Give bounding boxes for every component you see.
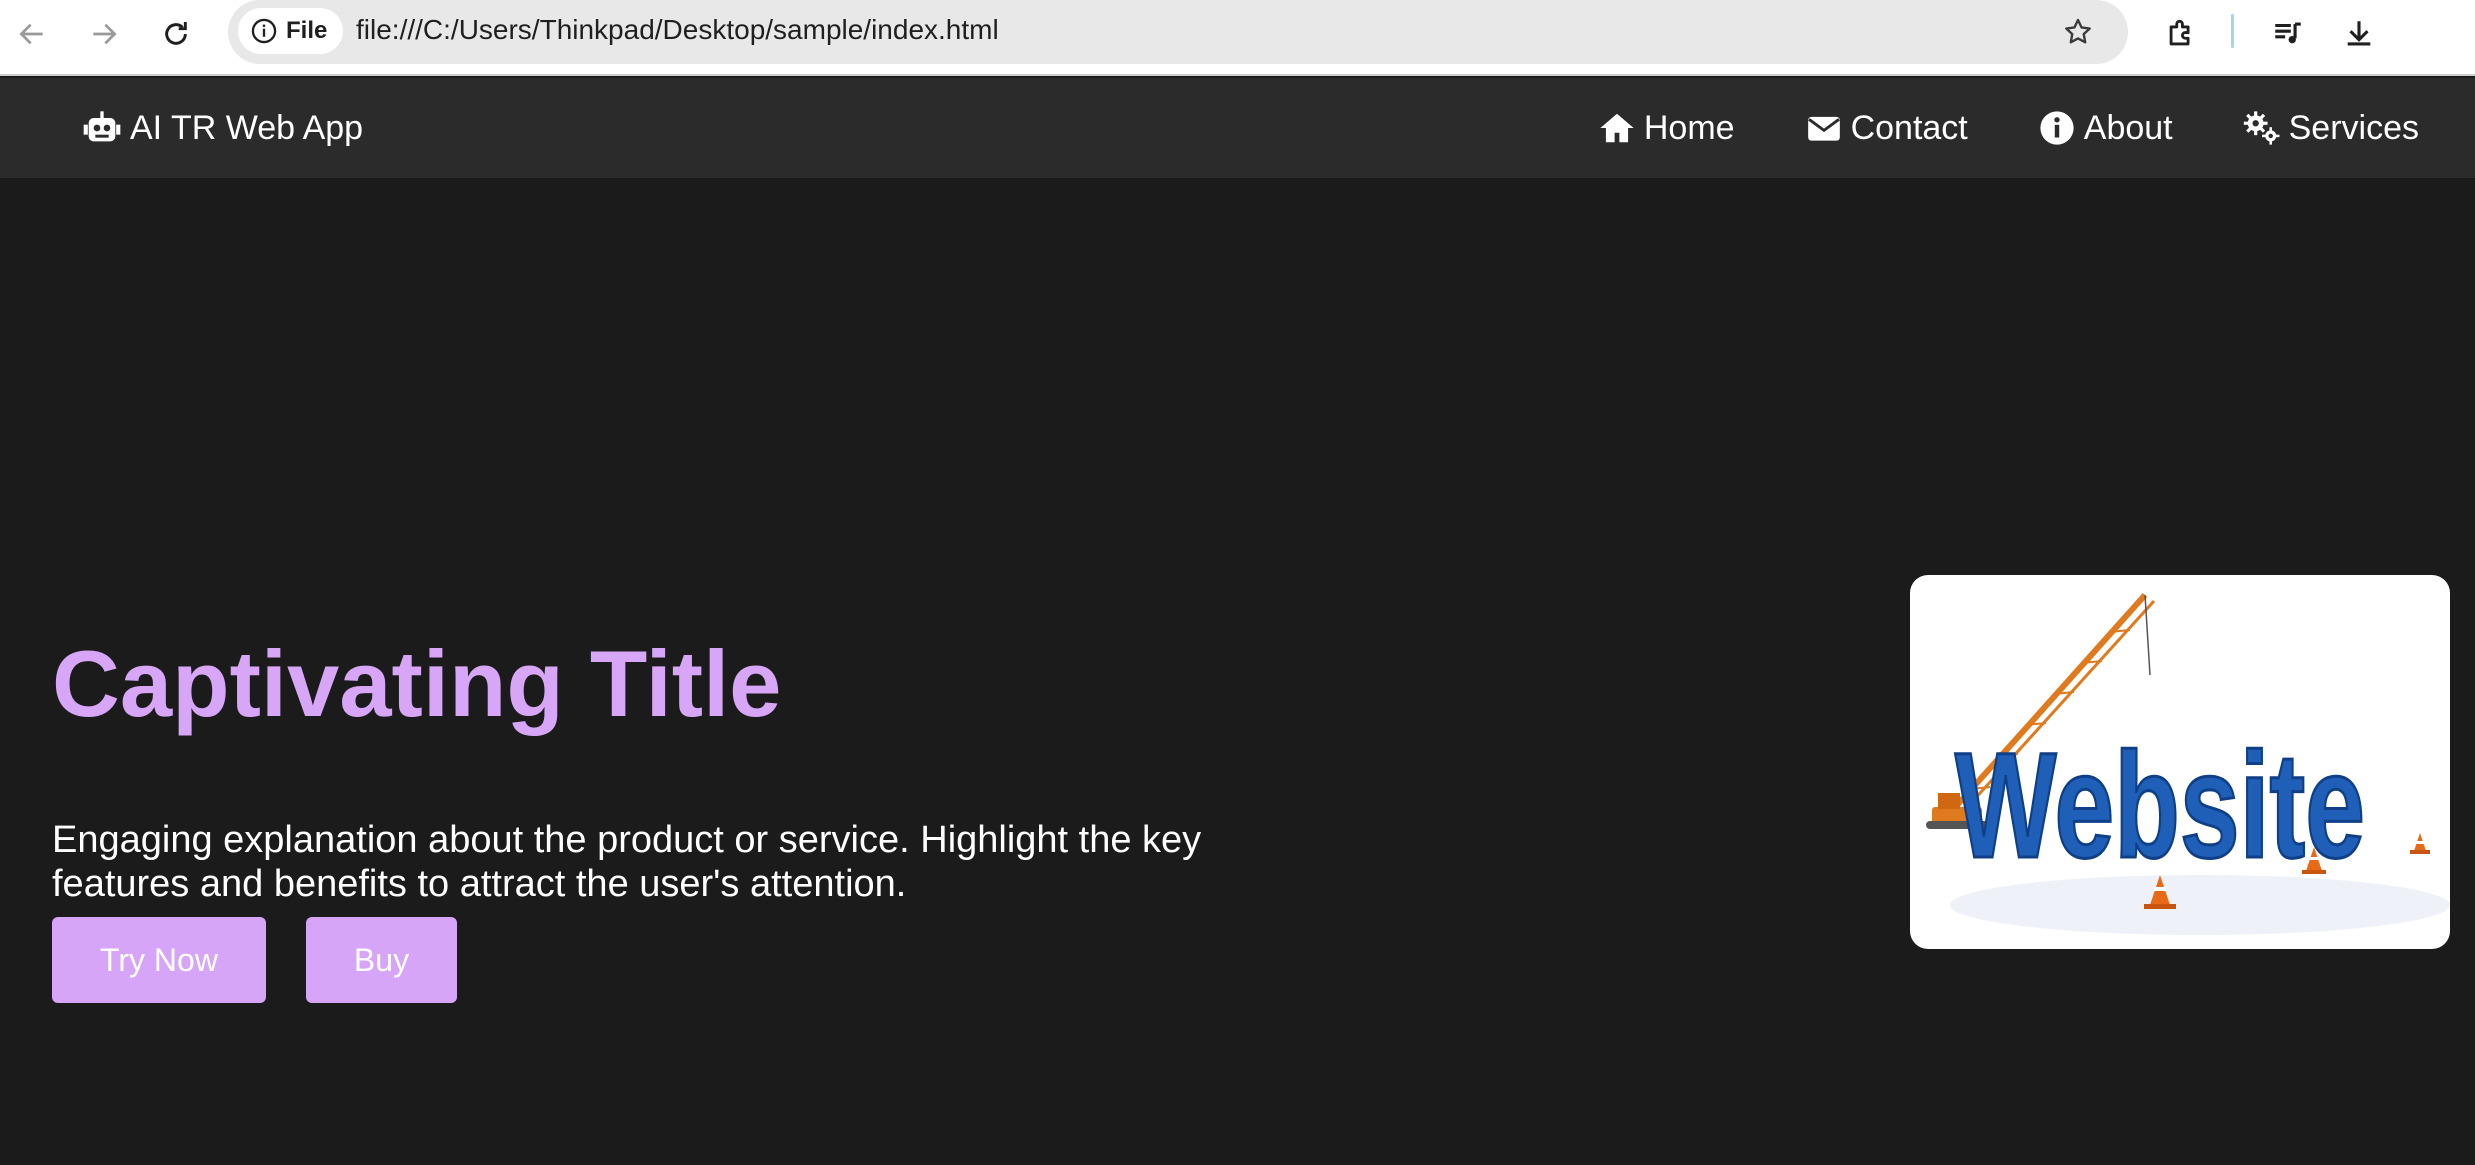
info-icon [2040, 111, 2074, 145]
nav-link-label: Home [1643, 108, 1735, 147]
site-chip-label: File [286, 17, 328, 44]
downloads-button[interactable] [2335, 10, 2383, 58]
browser-toolbar: File file:///C:/Users/Thinkpad/Desktop/s… [0, 0, 2475, 76]
site-info-chip[interactable]: File [238, 8, 344, 54]
envelope-icon [1807, 116, 1840, 141]
nav-link-label: Contact [1850, 108, 1968, 147]
back-button[interactable] [8, 10, 56, 58]
bookmark-button[interactable] [2058, 12, 2098, 52]
brand-label: AI TR Web App [130, 108, 364, 147]
site-navbar: AI TR Web App Home Contact About Service… [0, 78, 2475, 178]
url-text[interactable]: file:///C:/Users/Thinkpad/Desktop/sample… [356, 14, 999, 46]
website-word: Website [1955, 721, 2365, 889]
media-control-button[interactable] [2264, 10, 2312, 58]
reload-button[interactable] [152, 10, 200, 58]
reload-icon [165, 22, 187, 45]
download-icon [2347, 21, 2371, 46]
toolbar-divider [2231, 14, 2234, 48]
nav-link-services[interactable]: Services [2243, 109, 2419, 148]
try-now-button[interactable]: Try Now [52, 917, 266, 1003]
nav-link-about[interactable]: About [2038, 109, 2173, 148]
robot-icon [83, 111, 121, 142]
gears-icon [2243, 111, 2280, 145]
extensions-button[interactable] [2157, 10, 2205, 58]
brand-logo-link[interactable]: AI TR Web App [82, 78, 363, 178]
nav-link-home[interactable]: Home [1598, 109, 1735, 148]
puzzle-icon [2169, 19, 2190, 46]
star-icon [2065, 18, 2091, 44]
playlist-music-icon [2275, 22, 2301, 44]
home-icon [1600, 113, 1634, 143]
cta-buttons: Try Now Buy [52, 917, 458, 1003]
nav-link-contact[interactable]: Contact [1805, 109, 1968, 148]
forward-button[interactable] [80, 10, 128, 58]
nav-link-label: About [2083, 108, 2173, 147]
address-bar[interactable]: File file:///C:/Users/Thinkpad/Desktop/s… [228, 0, 2128, 64]
traffic-cone-icon [2410, 833, 2430, 854]
nav-link-label: Services [2288, 108, 2419, 147]
website-construction-illustration: Website [1926, 592, 2450, 935]
hero-title: Captivating Title [52, 631, 782, 736]
hero-image: Website [1910, 575, 2450, 949]
info-circle-icon [251, 18, 277, 44]
nav-links: Home Contact About Services [1598, 78, 2419, 178]
buy-button[interactable]: Buy [305, 917, 458, 1003]
hero-description: Engaging explanation about the product o… [52, 819, 1202, 905]
forward-arrow-icon [93, 23, 117, 45]
back-arrow-icon [19, 23, 43, 45]
